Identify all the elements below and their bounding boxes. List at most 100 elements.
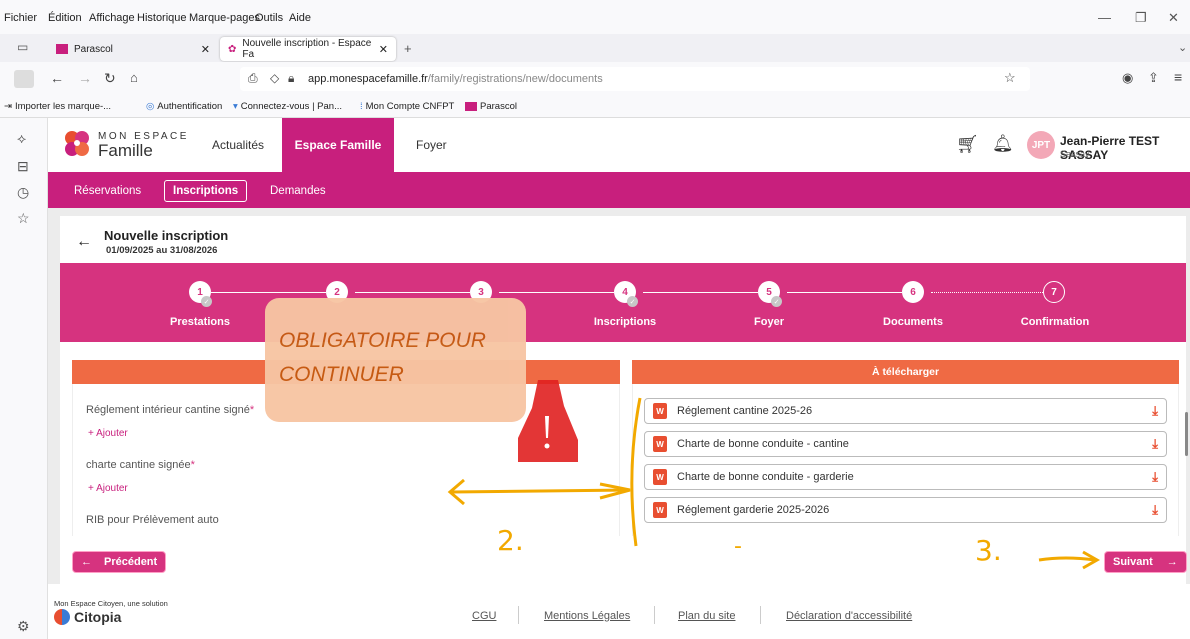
step-1-check-icon: ✓ — [201, 296, 212, 307]
tab-list-icon[interactable]: ▭ — [17, 40, 28, 54]
tab-label: Parascol — [74, 43, 113, 55]
step-connector — [931, 292, 1043, 293]
field-charte-cantine: charte cantine signée* — [86, 459, 195, 471]
cart-icon[interactable]: 🛒︎ — [956, 134, 979, 155]
menu-fichier[interactable]: Fichier — [4, 12, 37, 24]
menu-historique[interactable]: Historique — [137, 12, 187, 24]
download-icon[interactable]: ⤓ — [1152, 469, 1158, 485]
annotation-mark: - — [734, 534, 742, 559]
logo-bottom-text: Famille — [98, 141, 153, 160]
bookmark-import[interactable]: ⇥ Importer les marque-... — [4, 101, 111, 112]
restore-icon[interactable]: ❐ — [1135, 10, 1147, 26]
menu-marque-pages[interactable]: Marque-pages — [189, 12, 260, 24]
bookmark-star-icon[interactable]: ☆ — [1004, 70, 1016, 86]
import-icon: ⇥ — [4, 101, 12, 112]
step-6-label: Documents — [883, 316, 943, 328]
lock-icon[interactable]: 🔒︎ — [288, 71, 294, 86]
history-icon[interactable]: ◷ — [17, 184, 29, 201]
bookmark-connectez-vous[interactable]: ▾ Connectez-vous | Pan... — [233, 101, 342, 112]
new-tab-icon[interactable]: + — [404, 41, 412, 56]
bookmarks-bar: ⇥ Importer les marque-... ◎ Authentificati… — [0, 96, 1190, 118]
download-icon[interactable]: ⤓ — [1152, 403, 1158, 419]
step-5-check-icon: ✓ — [771, 296, 782, 307]
footer-divider — [760, 606, 761, 624]
footer-link-plan[interactable]: Plan du site — [678, 610, 735, 622]
logo-flower-icon[interactable] — [62, 128, 92, 160]
back-arrow-icon[interactable]: ← — [76, 233, 92, 251]
bookmark-label: Authentification — [157, 101, 223, 112]
nav-actualites[interactable]: Actualités — [212, 138, 264, 152]
step-7-circle[interactable]: 7 — [1043, 281, 1065, 303]
download-item[interactable]: W Charte de bonne conduite - cantine ⤓ — [644, 431, 1167, 457]
share-icon[interactable]: ⇪ — [1148, 70, 1159, 86]
avatar[interactable]: JPT — [1027, 131, 1055, 159]
subnav-inscriptions[interactable]: Inscriptions — [164, 180, 248, 202]
footer-link-accessibilite[interactable]: Déclaration d'accessibilité — [786, 610, 912, 622]
bell-icon[interactable]: 🔔︎ — [992, 134, 1014, 154]
forward-icon[interactable]: → — [78, 70, 92, 86]
annotation-number-2: 2. — [497, 524, 524, 557]
arrow-left-icon: ← — [81, 556, 92, 568]
synced-tabs-icon[interactable]: ⊟ — [17, 158, 29, 175]
citopia-logo[interactable]: Citopia — [54, 609, 121, 625]
nav-espace-famille[interactable]: Espace Famille — [282, 118, 394, 172]
back-icon[interactable]: ← — [50, 70, 64, 86]
bookmark-authentification[interactable]: ◎ Authentification — [146, 101, 222, 112]
step-1-label: Prestations — [170, 316, 230, 328]
scrollbar-thumb[interactable] — [1185, 412, 1188, 456]
field-label: charte cantine signée — [86, 459, 191, 471]
file-name: Charte de bonne conduite - garderie — [677, 471, 854, 483]
step-connector — [787, 292, 902, 293]
previous-button[interactable]: ← Précédent — [72, 551, 167, 573]
close-tab-icon[interactable]: ✕ — [379, 43, 388, 56]
home-icon[interactable]: ⌂ — [130, 70, 138, 85]
tab-parascol[interactable]: Parascol ✕ — [48, 37, 218, 61]
tab-nouvelle-inscription[interactable]: ✿ Nouvelle inscription - Espace Fa ✕ — [220, 37, 396, 61]
settings-icon[interactable]: ⚙ — [17, 618, 30, 635]
tab-bar: ▭ Parascol ✕ ✿ Nouvelle inscription - Es… — [0, 34, 1190, 62]
cnfpt-icon: ⁞ — [360, 101, 363, 112]
footer-link-mentions[interactable]: Mentions Légales — [544, 610, 630, 622]
download-icon[interactable]: ⤓ — [1152, 436, 1158, 452]
file-name: Réglement cantine 2025-26 — [677, 405, 813, 417]
footer-divider — [654, 606, 655, 624]
menu-aide[interactable]: Aide — [289, 12, 311, 24]
minimize-icon[interactable]: — — [1098, 10, 1111, 25]
address-bar[interactable]: ⎙ ◇ 🔒︎ app.monespacefamille.fr/family/re… — [240, 67, 1030, 91]
bookmark-label: Parascol — [480, 101, 517, 112]
field-rib: RIB pour Prélèvement auto — [86, 514, 219, 526]
annotation-arrows-icon — [447, 397, 642, 547]
tab-overflow-icon[interactable]: ⌄ — [1178, 41, 1187, 54]
parascol-favicon-icon — [56, 44, 68, 54]
subnav-demandes[interactable]: Demandes — [262, 180, 334, 202]
subnav-reservations[interactable]: Réservations — [66, 180, 149, 202]
hamburger-menu-icon[interactable]: ≡ — [1174, 69, 1182, 85]
sidebar-toggle-icon[interactable] — [14, 70, 34, 88]
annotation-number-3: 3. — [975, 534, 1002, 567]
nav-foyer[interactable]: Foyer — [416, 138, 447, 152]
download-item[interactable]: W Réglement cantine 2025-26 ⤓ — [644, 398, 1167, 424]
step-7-label: Confirmation — [1020, 316, 1090, 328]
step-6-circle[interactable]: 6 — [902, 281, 924, 303]
next-button[interactable]: Suivant → — [1104, 551, 1187, 573]
footer-link-cgu[interactable]: CGU — [472, 610, 496, 622]
menu-edition[interactable]: Édition — [48, 12, 82, 24]
add-reglement-button[interactable]: + Ajouter — [88, 428, 128, 439]
bookmark-label: Importer les marque-... — [14, 101, 112, 112]
bookmark-cnfpt[interactable]: ⁞ Mon Compte CNFPT — [360, 101, 454, 112]
close-tab-icon[interactable]: ✕ — [201, 43, 210, 56]
download-icon[interactable]: ⤓ — [1152, 502, 1158, 518]
add-charte-button[interactable]: + Ajouter — [88, 483, 128, 494]
menu-affichage[interactable]: Affichage — [89, 12, 135, 24]
ai-sparkle-icon[interactable]: ⟡ — [17, 130, 26, 147]
bookmarks-icon[interactable]: ☆ — [17, 210, 30, 227]
bookmark-parascol[interactable]: Parascol — [465, 101, 517, 112]
bookmark-label: Connectez-vous | Pan... — [240, 101, 342, 112]
reload-icon[interactable]: ↻ — [104, 70, 116, 87]
download-item[interactable]: W Charte de bonne conduite - garderie ⤓ — [644, 464, 1167, 490]
shield-icon[interactable]: ◇ — [270, 71, 279, 85]
account-icon[interactable]: ◉ — [1122, 70, 1133, 86]
close-window-icon[interactable]: ✕ — [1168, 10, 1179, 26]
download-item[interactable]: W Réglement garderie 2025-2026 ⤓ — [644, 497, 1167, 523]
menu-outils[interactable]: Outils — [255, 12, 283, 24]
